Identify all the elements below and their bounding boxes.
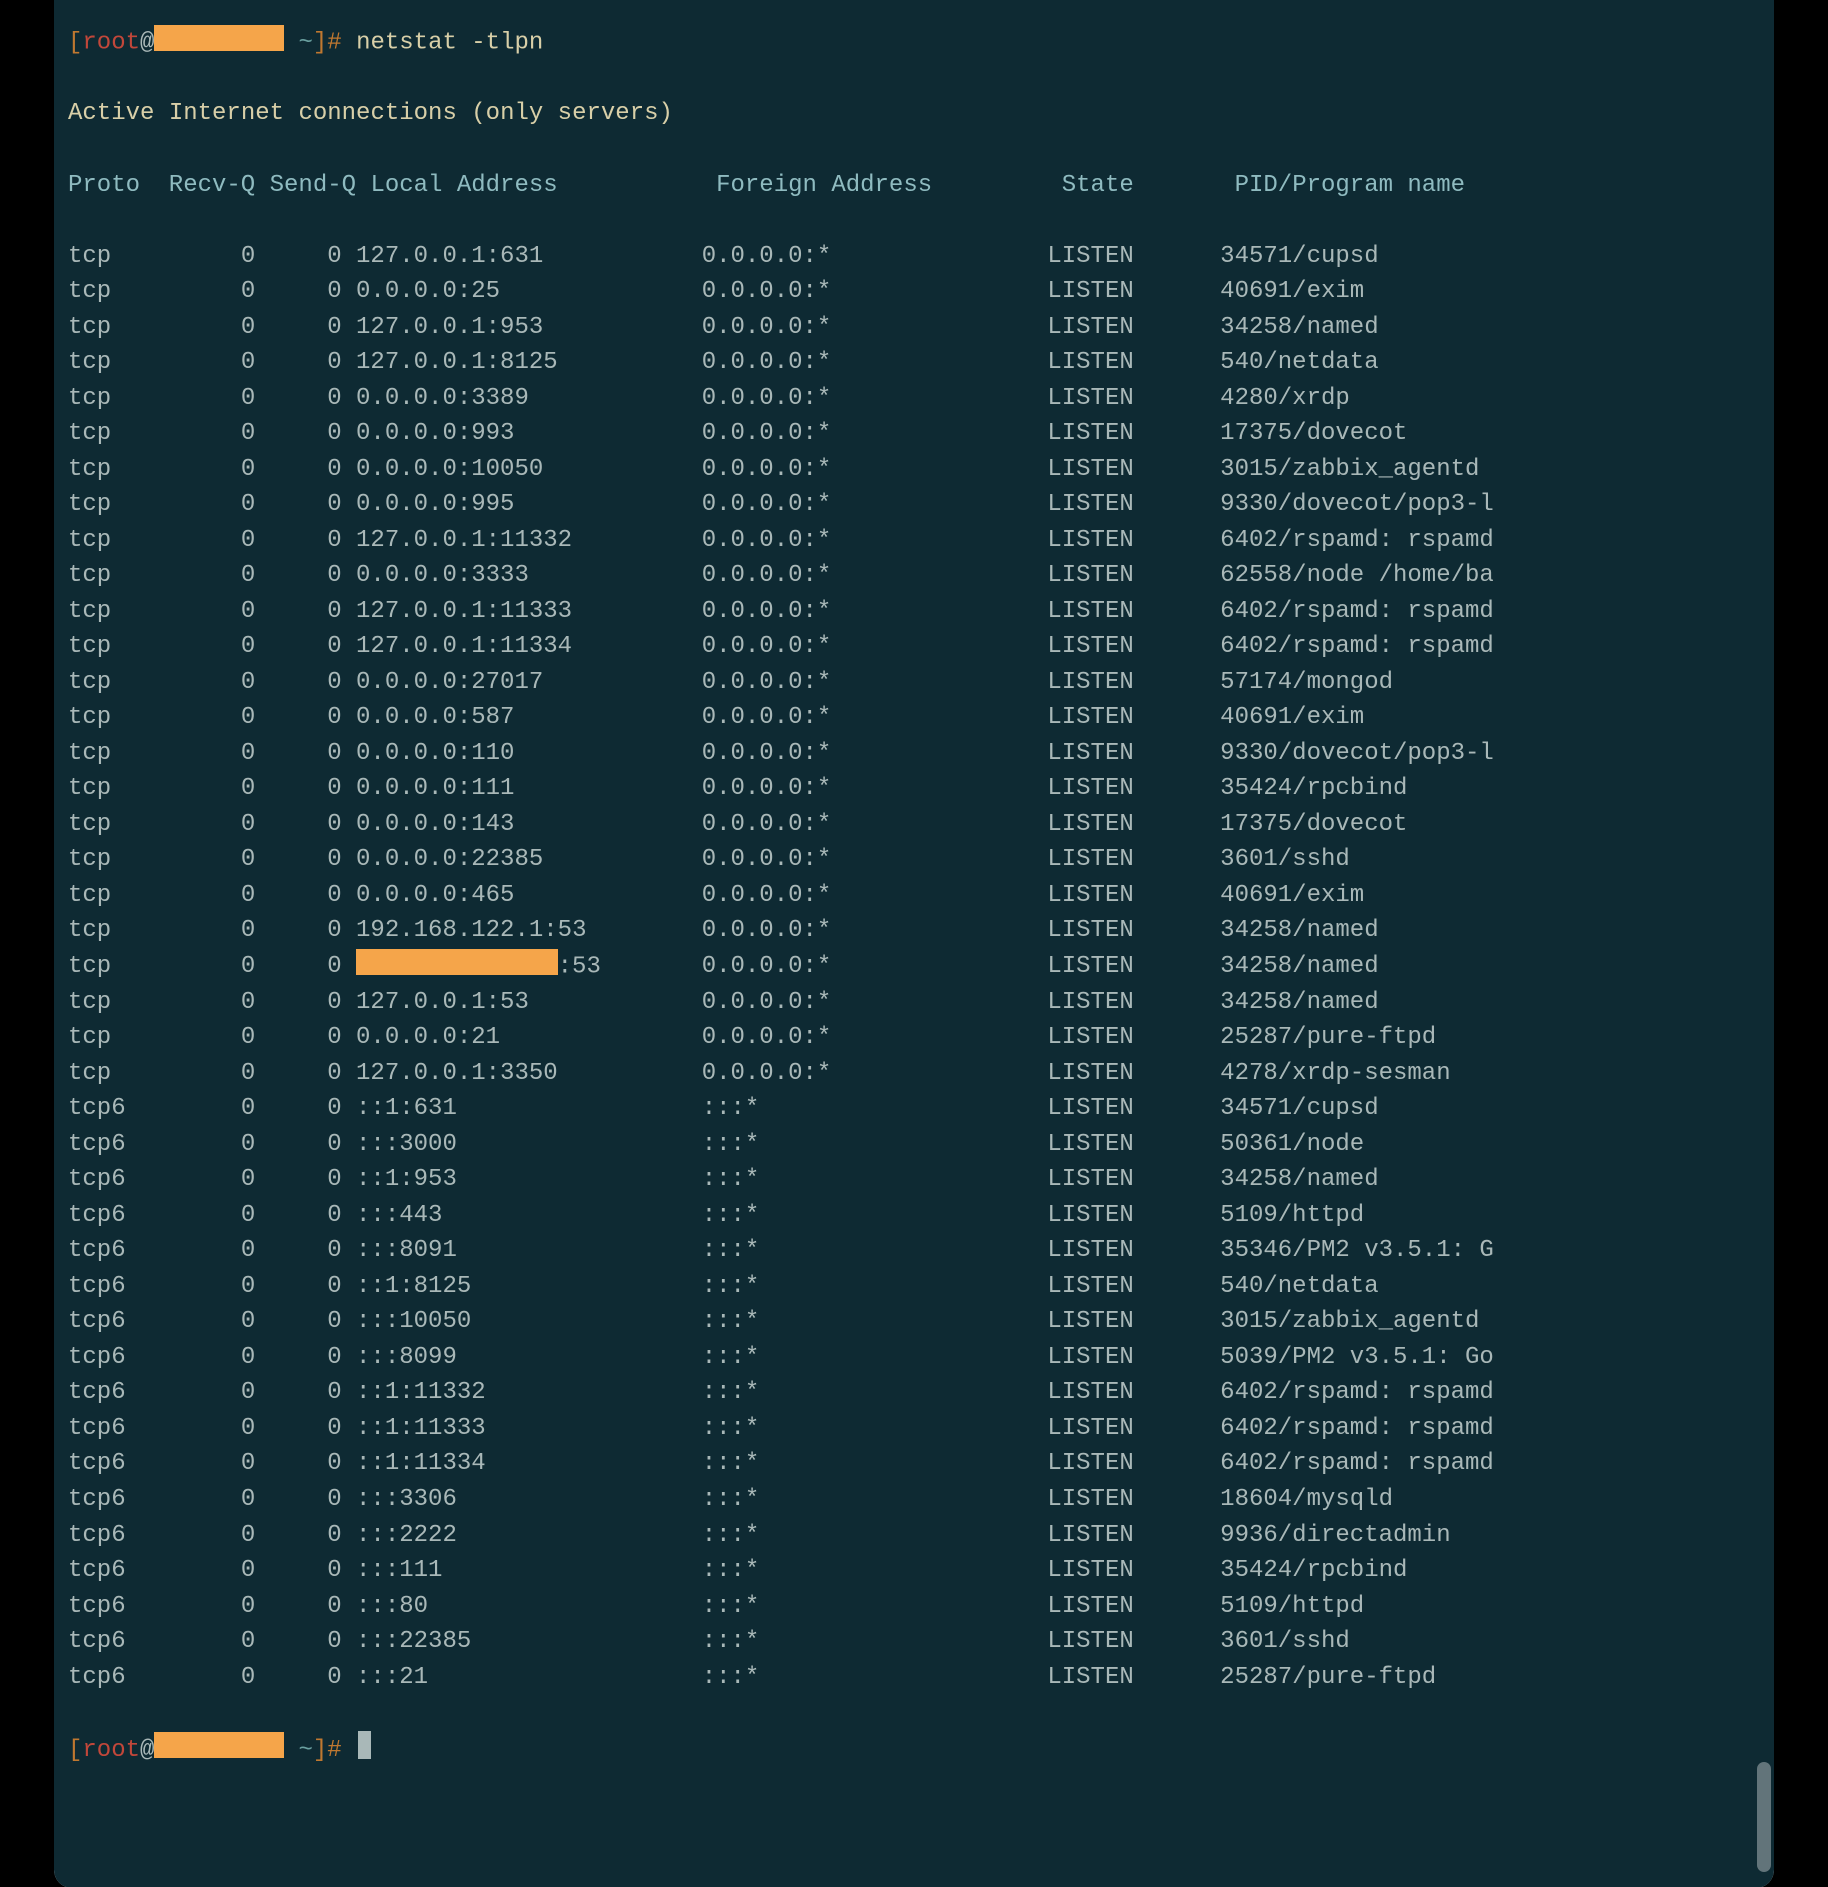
table-row: tcp600::1:8125:::*LISTEN540/netdata bbox=[68, 1269, 1760, 1305]
table-row: tcp000.0.0.0:1430.0.0.0:*LISTEN17375/dov… bbox=[68, 807, 1760, 843]
column-headers: ProtoRecv-Q Send-QLocal AddressForeign A… bbox=[68, 168, 1760, 204]
table-row: tcp000.0.0.0:33330.0.0.0:*LISTEN62558/no… bbox=[68, 558, 1760, 594]
table-row: tcp000.0.0.0:5870.0.0.0:*LISTEN40691/exi… bbox=[68, 700, 1760, 736]
table-row: tcp600::1:953:::*LISTEN34258/named bbox=[68, 1162, 1760, 1198]
table-row: tcp000.0.0.0:33890.0.0.0:*LISTEN4280/xrd… bbox=[68, 381, 1760, 417]
col-recvq: Recv-Q bbox=[154, 168, 255, 204]
table-row: tcp00127.0.0.1:113340.0.0.0:*LISTEN6402/… bbox=[68, 629, 1760, 665]
table-row: tcp600::1:11334:::*LISTEN6402/rspamd: rs… bbox=[68, 1446, 1760, 1482]
prompt-cwd: ~ bbox=[298, 29, 312, 56]
table-row: tcp600:::443:::*LISTEN5109/httpd bbox=[68, 1198, 1760, 1234]
table-row: tcp600:::3306:::*LISTEN18604/mysqld bbox=[68, 1482, 1760, 1518]
table-row: tcp000.0.0.0:210.0.0.0:*LISTEN25287/pure… bbox=[68, 1020, 1760, 1056]
table-row: tcp00127.0.0.1:6310.0.0.0:*LISTEN34571/c… bbox=[68, 239, 1760, 275]
col-pid: PID/Program name bbox=[1235, 168, 1465, 204]
scrollbar[interactable] bbox=[1757, 1762, 1771, 1872]
table-row: tcp600:::8091:::*LISTEN35346/PM2 v3.5.1:… bbox=[68, 1233, 1760, 1269]
table-row: tcp600:::111:::*LISTEN35424/rpcbind bbox=[68, 1553, 1760, 1589]
col-local: Local Address bbox=[370, 168, 716, 204]
table-row: tcp600::1:11332:::*LISTEN6402/rspamd: rs… bbox=[68, 1375, 1760, 1411]
redacted-hostname bbox=[154, 1732, 284, 1758]
prompt-open-bracket: [ bbox=[68, 29, 82, 56]
table-row: tcp600:::2222:::*LISTEN9936/directadmin bbox=[68, 1518, 1760, 1554]
output-header: Active Internet connections (only server… bbox=[68, 96, 1760, 132]
col-foreign: Foreign Address bbox=[716, 168, 1062, 204]
table-row: tcp000.0.0.0:223850.0.0.0:*LISTEN3601/ss… bbox=[68, 842, 1760, 878]
prompt-line-2: [root@ ~]# bbox=[68, 1731, 1760, 1768]
table-row: tcp00127.0.0.1:113330.0.0.0:*LISTEN6402/… bbox=[68, 594, 1760, 630]
terminal-window: Bao's MacbookPro ⌥⌘1 [root@ ~]# netstat … bbox=[54, 0, 1774, 1887]
table-row: tcp000.0.0.0:9930.0.0.0:*LISTEN17375/dov… bbox=[68, 416, 1760, 452]
table-row: tcp00192.168.122.1:530.0.0.0:*LISTEN3425… bbox=[68, 913, 1760, 949]
prompt-line-1: [root@ ~]# netstat -tlpn bbox=[68, 25, 1760, 61]
terminal-body[interactable]: [root@ ~]# netstat -tlpn Active Internet… bbox=[54, 0, 1774, 1887]
table-row: tcp00127.0.0.1:113320.0.0.0:*LISTEN6402/… bbox=[68, 523, 1760, 559]
table-row: tcp00127.0.0.1:33500.0.0.0:*LISTEN4278/x… bbox=[68, 1056, 1760, 1092]
table-row: tcp600::1:631:::*LISTEN34571/cupsd bbox=[68, 1091, 1760, 1127]
table-row: tcp600:::80:::*LISTEN5109/httpd bbox=[68, 1589, 1760, 1625]
table-row: tcp00127.0.0.1:530.0.0.0:*LISTEN34258/na… bbox=[68, 985, 1760, 1021]
table-row: tcp600:::21:::*LISTEN25287/pure-ftpd bbox=[68, 1660, 1760, 1696]
table-row: tcp00127.0.0.1:9530.0.0.0:*LISTEN34258/n… bbox=[68, 310, 1760, 346]
col-sendq: Send-Q bbox=[270, 168, 371, 204]
col-state: State bbox=[1062, 168, 1235, 204]
table-row: tcp600:::8099:::*LISTEN5039/PM2 v3.5.1: … bbox=[68, 1340, 1760, 1376]
table-row: tcp000.0.0.0:100500.0.0.0:*LISTEN3015/za… bbox=[68, 452, 1760, 488]
prompt-at: @ bbox=[140, 29, 154, 56]
table-row: tcp600:::10050:::*LISTEN3015/zabbix_agen… bbox=[68, 1304, 1760, 1340]
prompt-user: root bbox=[82, 29, 140, 56]
redacted-ip bbox=[356, 949, 558, 975]
table-row: tcp00:530.0.0.0:*LISTEN34258/named bbox=[68, 949, 1760, 985]
table-row: tcp600:::3000:::*LISTEN50361/node bbox=[68, 1127, 1760, 1163]
table-row: tcp600:::22385:::*LISTEN3601/sshd bbox=[68, 1624, 1760, 1660]
command-text: netstat -tlpn bbox=[356, 29, 543, 56]
prompt-hash: # bbox=[327, 29, 341, 56]
table-row: tcp600::1:11333:::*LISTEN6402/rspamd: rs… bbox=[68, 1411, 1760, 1447]
table-row: tcp00127.0.0.1:81250.0.0.0:*LISTEN540/ne… bbox=[68, 345, 1760, 381]
output-rows: tcp00127.0.0.1:6310.0.0.0:*LISTEN34571/c… bbox=[68, 239, 1760, 1696]
cursor-icon bbox=[358, 1731, 371, 1760]
table-row: tcp000.0.0.0:4650.0.0.0:*LISTEN40691/exi… bbox=[68, 878, 1760, 914]
table-row: tcp000.0.0.0:1110.0.0.0:*LISTEN35424/rpc… bbox=[68, 771, 1760, 807]
prompt-close-bracket: ] bbox=[313, 29, 327, 56]
redacted-hostname bbox=[154, 25, 284, 51]
col-proto: Proto bbox=[68, 168, 154, 204]
table-row: tcp000.0.0.0:250.0.0.0:*LISTEN40691/exim bbox=[68, 274, 1760, 310]
table-row: tcp000.0.0.0:1100.0.0.0:*LISTEN9330/dove… bbox=[68, 736, 1760, 772]
table-row: tcp000.0.0.0:270170.0.0.0:*LISTEN57174/m… bbox=[68, 665, 1760, 701]
table-row: tcp000.0.0.0:9950.0.0.0:*LISTEN9330/dove… bbox=[68, 487, 1760, 523]
